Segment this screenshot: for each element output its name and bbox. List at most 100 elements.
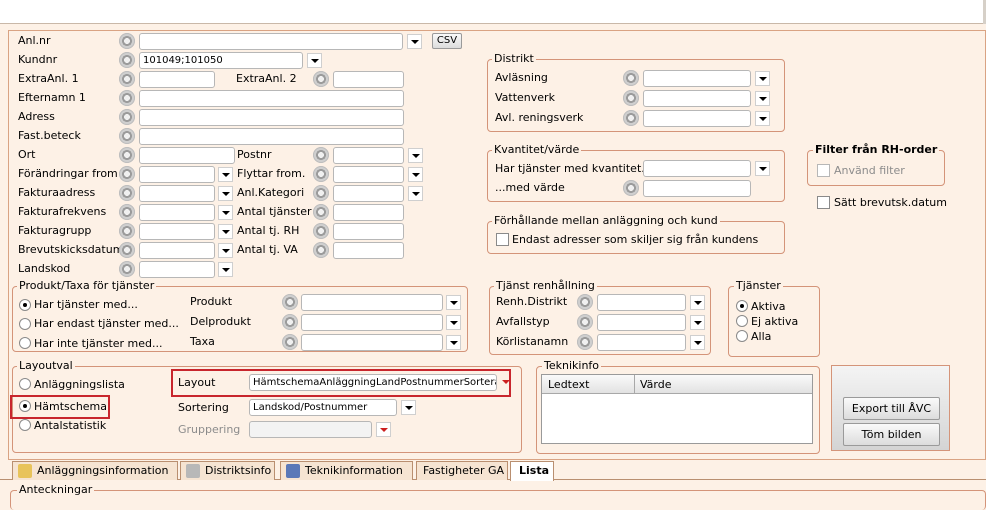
gear-icon[interactable] <box>313 223 329 239</box>
gear-icon[interactable] <box>119 242 135 258</box>
tab-lista[interactable]: Lista <box>510 461 554 481</box>
fakturaadress-input[interactable] <box>139 185 215 202</box>
fakturagrupp-input[interactable] <box>139 223 215 240</box>
gear-icon[interactable] <box>119 128 135 144</box>
fakturafrekvens-dropdown[interactable] <box>218 205 233 220</box>
gear-icon[interactable] <box>577 294 593 310</box>
antal-va-input[interactable] <box>333 242 404 259</box>
antal-tjanster-input[interactable] <box>333 204 404 221</box>
produkt-dropdown[interactable] <box>446 295 461 310</box>
efternamn-input[interactable] <box>139 90 404 107</box>
gear-icon[interactable] <box>623 110 639 126</box>
renh-distrikt-input[interactable] <box>597 294 686 311</box>
gear-icon[interactable] <box>282 294 298 310</box>
gear-icon[interactable] <box>313 166 329 182</box>
layout-dropdown[interactable] <box>499 375 514 390</box>
landskod-dropdown[interactable] <box>218 262 233 277</box>
delprodukt-dropdown[interactable] <box>446 315 461 330</box>
anl-nr-dropdown[interactable] <box>407 34 422 49</box>
gear-icon[interactable] <box>119 109 135 125</box>
gear-icon[interactable] <box>119 166 135 182</box>
taxa-dropdown[interactable] <box>446 335 461 350</box>
gear-icon[interactable] <box>577 314 593 330</box>
gear-icon[interactable] <box>313 242 329 258</box>
anlkategori-input[interactable] <box>333 185 404 202</box>
gear-icon[interactable] <box>119 147 135 163</box>
kundnr-input[interactable]: 101049;101050 <box>139 52 303 69</box>
csv-button[interactable]: CSV <box>432 33 462 49</box>
renh-distrikt-dropdown[interactable] <box>690 295 705 310</box>
postnr-input[interactable] <box>333 147 404 164</box>
gear-icon[interactable] <box>577 334 593 350</box>
delprodukt-input[interactable] <box>301 314 443 331</box>
gear-icon[interactable] <box>119 261 135 277</box>
landskod-input[interactable] <box>139 261 215 278</box>
flyttar-input[interactable] <box>333 166 404 183</box>
tab-distriktsinfo[interactable]: Distriktsinfo <box>180 461 275 480</box>
gear-icon[interactable] <box>119 52 135 68</box>
postnr-dropdown[interactable] <box>408 148 423 163</box>
gear-icon[interactable] <box>313 147 329 163</box>
export-avc-button[interactable]: Export till ÅVC <box>843 397 940 420</box>
gear-icon[interactable] <box>313 71 329 87</box>
produkt-input[interactable] <box>301 294 443 311</box>
avlasning-input[interactable] <box>643 70 751 87</box>
ej-aktiva-radio[interactable] <box>736 315 748 327</box>
gear-icon[interactable] <box>119 223 135 239</box>
varde-column-header[interactable]: Värde <box>640 378 672 392</box>
aktiva-radio[interactable] <box>736 300 748 312</box>
hamtschema-radio[interactable] <box>19 400 31 412</box>
gear-icon[interactable] <box>119 204 135 220</box>
vattenverk-input[interactable] <box>643 90 751 107</box>
gear-icon[interactable] <box>313 204 329 220</box>
gruppering-dropdown[interactable] <box>376 422 391 437</box>
antal-rh-input[interactable] <box>333 223 404 240</box>
taxa-input[interactable] <box>301 334 443 351</box>
anlaggningslista-radio[interactable] <box>19 378 31 390</box>
kvantitet-input[interactable] <box>643 160 751 177</box>
gear-icon[interactable] <box>282 334 298 350</box>
ort-input[interactable] <box>139 147 235 164</box>
endast-adresser-checkbox[interactable] <box>496 233 509 246</box>
antalstatistik-radio[interactable] <box>19 419 31 431</box>
extra1-input[interactable] <box>139 71 215 88</box>
flyttar-dropdown[interactable] <box>408 167 423 182</box>
forandringar-input[interactable] <box>139 166 215 183</box>
gear-icon[interactable] <box>119 185 135 201</box>
extra2-input[interactable] <box>333 71 404 88</box>
gear-icon[interactable] <box>119 90 135 106</box>
adress-input[interactable] <box>139 109 404 126</box>
kundnr-dropdown[interactable] <box>307 53 322 68</box>
med-varde-input[interactable] <box>643 180 751 197</box>
gear-icon[interactable] <box>119 71 135 87</box>
tab-teknikinformation[interactable]: Teknikinformation <box>280 461 413 480</box>
forandringar-dropdown[interactable] <box>218 167 233 182</box>
brevutskick-dropdown[interactable] <box>218 243 233 258</box>
kvantitet-dropdown[interactable] <box>755 161 770 176</box>
gear-icon[interactable] <box>282 314 298 330</box>
gear-icon[interactable] <box>313 185 329 201</box>
fakturafrekvens-input[interactable] <box>139 204 215 221</box>
sortering-dropdown[interactable] <box>401 400 416 415</box>
avlreningsverk-dropdown[interactable] <box>755 111 770 126</box>
tab-anlaggningsinformation[interactable]: Anläggningsinformation <box>12 461 178 480</box>
korlistanamn-dropdown[interactable] <box>690 335 705 350</box>
gear-icon[interactable] <box>623 90 639 106</box>
avfallstyp-input[interactable] <box>597 314 686 331</box>
brevutskick-input[interactable] <box>139 242 215 259</box>
anvand-filter-checkbox[interactable] <box>817 164 830 177</box>
anl-nr-input[interactable] <box>139 33 403 50</box>
gear-icon[interactable] <box>623 70 639 86</box>
gear-icon[interactable] <box>119 33 135 49</box>
avlreningsverk-input[interactable] <box>643 110 751 127</box>
fastbeteck-input[interactable] <box>139 128 404 145</box>
har-inte-radio[interactable] <box>19 337 31 349</box>
anlkategori-dropdown[interactable] <box>408 186 423 201</box>
vattenverk-dropdown[interactable] <box>755 91 770 106</box>
sortering-select[interactable]: Landskod/Postnummer <box>249 399 397 416</box>
avfallstyp-dropdown[interactable] <box>690 315 705 330</box>
har-tjanster-radio[interactable] <box>19 299 31 311</box>
teknikinfo-grid[interactable]: Ledtext Värde <box>541 374 813 444</box>
fakturaadress-dropdown[interactable] <box>218 186 233 201</box>
ledtext-column-header[interactable]: Ledtext <box>548 378 589 392</box>
